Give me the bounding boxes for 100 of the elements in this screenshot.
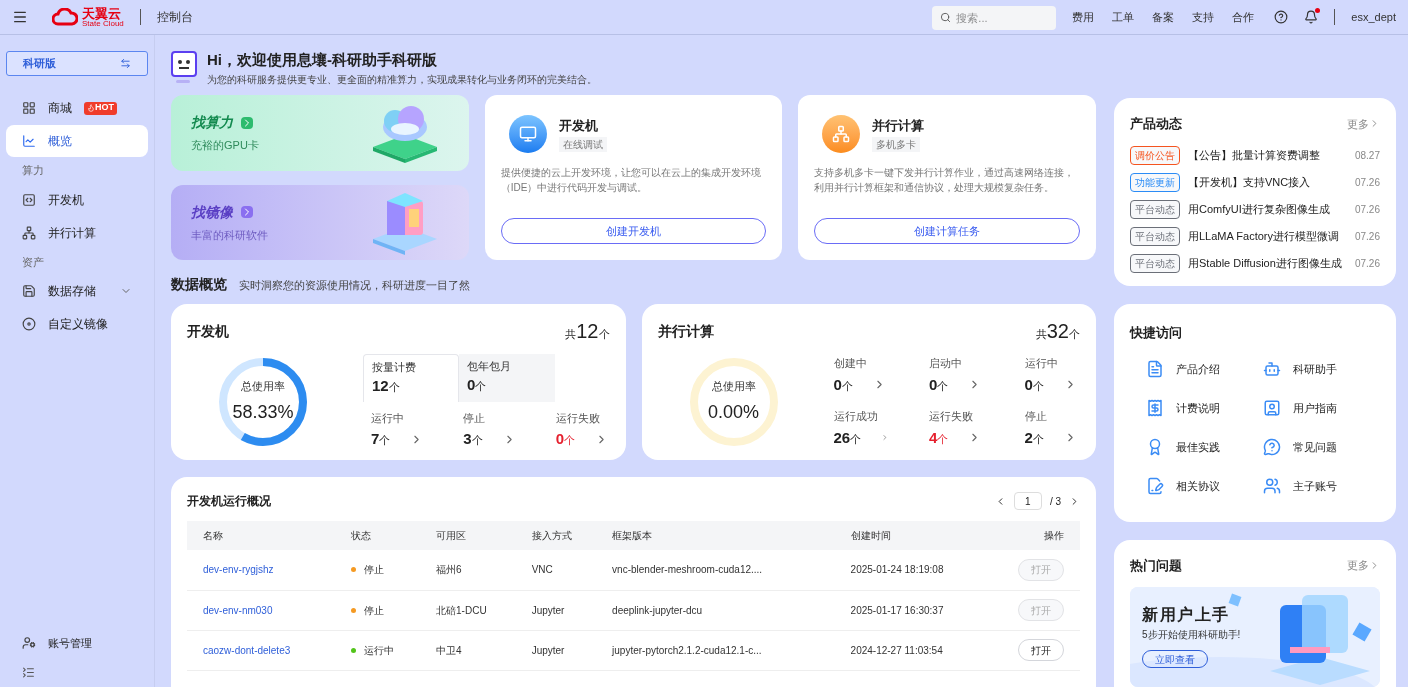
- news-tag: 功能更新: [1130, 172, 1180, 192]
- billing-tab[interactable]: 按量计费 12个: [363, 353, 459, 402]
- robot-icon: [1263, 360, 1281, 379]
- more-link[interactable]: 更多: [1347, 557, 1380, 574]
- stat-label: 运行成功: [833, 409, 879, 424]
- news-date: 07.26: [1354, 202, 1380, 217]
- sidebar-item[interactable]: 概览: [6, 125, 148, 157]
- page-field[interactable]: 1: [1013, 492, 1042, 510]
- quick-link[interactable]: 产品介绍: [1176, 361, 1220, 378]
- gauge-label: 总使用率: [711, 379, 756, 395]
- stat-label: 运行失败: [555, 410, 601, 426]
- stat-value: 3个: [463, 429, 483, 449]
- news-title: 用LLaMA Factory进行模型微调: [1188, 228, 1340, 244]
- nav-link[interactable]: 备案: [1152, 8, 1175, 26]
- stat-label: 运行失败: [929, 409, 974, 424]
- column-header: 操作: [990, 521, 1080, 550]
- table-title: 开发机运行概况: [187, 493, 271, 510]
- open-button[interactable]: 打开: [1018, 639, 1064, 661]
- cloud-logo-icon: [52, 8, 78, 26]
- promo-subtitle: 丰富的科研软件: [191, 227, 268, 243]
- status-text: 停止: [364, 603, 385, 618]
- stat-value: 26个: [833, 427, 862, 448]
- quick-link[interactable]: 计费说明: [1176, 400, 1220, 417]
- menu-icon[interactable]: [12, 9, 28, 25]
- nav-link[interactable]: 费用: [1072, 8, 1095, 26]
- sidebar-item[interactable]: 商城 HOT: [6, 92, 148, 124]
- product-description: 支持多机多卡一键下发并行计算作业，通过高速网络连接，利用并行计算框架和通信协议，处理大规模复杂任务。: [814, 166, 1076, 195]
- logo-text: 天翼云: [82, 6, 122, 20]
- quick-link[interactable]: 最佳实践: [1176, 439, 1220, 456]
- signed-document-icon: [1146, 477, 1164, 496]
- stat-label: 停止: [463, 410, 487, 426]
- quick-link[interactable]: 相关协议: [1176, 478, 1220, 495]
- stat-label: 创建中: [833, 356, 868, 371]
- page-count: / 3: [1049, 494, 1061, 509]
- collapse-icon[interactable]: [22, 666, 35, 679]
- disc-icon: [22, 317, 36, 331]
- sidebar-item[interactable]: 账号管理: [6, 628, 148, 658]
- arrow-icon: [241, 206, 253, 218]
- hierarchy-icon: [822, 115, 861, 153]
- section-title: 数据概览: [171, 275, 227, 294]
- stat-value: 0个: [555, 429, 576, 449]
- sidebar-item[interactable]: 自定义镜像: [6, 308, 148, 340]
- news-title: 【公告】批量计算资费调整: [1188, 147, 1321, 163]
- account-icon: [22, 636, 36, 650]
- receipt-icon: [1146, 399, 1164, 418]
- column-header: 框架版本: [596, 521, 835, 550]
- stat-value: 0个: [833, 374, 853, 395]
- help-icon[interactable]: [1274, 10, 1289, 24]
- news-tag: 平台动态: [1130, 199, 1180, 219]
- news-item[interactable]: 平台动态 用ComfyUI进行复杂图像生成 07.26: [1130, 199, 1380, 219]
- table-cell: vnc-blender-meshroom-cuda12....: [596, 550, 835, 590]
- promo-title: 找镜像: [191, 202, 233, 222]
- news-title: 【开发机】支持VNC接入: [1188, 174, 1312, 190]
- search-field[interactable]: 搜索...: [932, 5, 1057, 30]
- sidebar-item[interactable]: 并行计算: [6, 216, 148, 249]
- document-icon: [1146, 360, 1164, 379]
- news-date: 07.26: [1354, 175, 1380, 190]
- table-cell: 福州6: [420, 550, 516, 590]
- banner-title: 新用户上手: [1142, 605, 1231, 625]
- question-icon: [1263, 438, 1281, 457]
- grid-icon: [22, 101, 36, 115]
- card-title: 并行计算: [657, 321, 714, 341]
- gauge-value: 0.00%: [707, 400, 759, 424]
- news-item[interactable]: 调价公告 【公告】批量计算资费调整 08.27: [1130, 145, 1380, 165]
- user-name[interactable]: esx_dept: [1351, 8, 1396, 26]
- table-cell: jupyter-pytorch2.1.2-cuda12.1-c...: [596, 630, 835, 670]
- quick-link[interactable]: 科研助手: [1293, 361, 1337, 378]
- gauge-value: 58.33%: [232, 400, 294, 424]
- total-count: 共32个: [1035, 319, 1080, 344]
- status-text: 运行中: [364, 643, 395, 658]
- robot-face-icon: [171, 51, 199, 85]
- table-cell: VNC: [515, 550, 597, 590]
- news-item[interactable]: 平台动态 用Stable Diffusion进行图像生成 07.26: [1130, 253, 1380, 273]
- users-icon: [1263, 477, 1281, 496]
- billing-tab[interactable]: 包年包月 0个: [459, 353, 555, 402]
- promo-card[interactable]: 找镜像 丰富的科研软件: [171, 184, 469, 260]
- news-item[interactable]: 功能更新 【开发机】支持VNC接入 07.26: [1130, 172, 1380, 192]
- quick-link[interactable]: 常见问题: [1293, 439, 1337, 456]
- monitor-icon: [508, 115, 547, 153]
- nav-link[interactable]: 合作: [1232, 8, 1255, 26]
- quick-link[interactable]: 用户指南: [1293, 400, 1337, 417]
- sidebar-item[interactable]: 开发机: [6, 183, 148, 216]
- notification-icon[interactable]: [1304, 10, 1319, 24]
- table-cell: 中卫4: [420, 630, 516, 670]
- console-label[interactable]: 控制台: [156, 8, 193, 26]
- promo-card[interactable]: 找算力 充裕的GPU卡: [171, 95, 469, 171]
- news-date: 08.27: [1354, 148, 1380, 163]
- gauge-label: 总使用率: [241, 379, 285, 395]
- section-label: 算力: [21, 163, 45, 178]
- table-cell: 北碚1-DCU: [420, 590, 516, 630]
- news-title: 用Stable Diffusion进行图像生成: [1188, 255, 1343, 271]
- sidebar-item[interactable]: 数据存储: [6, 275, 148, 307]
- nav-link[interactable]: 工单: [1112, 8, 1135, 26]
- nav-link[interactable]: 支持: [1192, 8, 1215, 26]
- instance-link[interactable]: caozw-dont-delete3: [203, 644, 291, 656]
- more-link[interactable]: 更多: [1347, 115, 1380, 132]
- edition-button[interactable]: 科研版: [6, 51, 148, 76]
- news-item[interactable]: 平台动态 用LLaMA Factory进行模型微调 07.26: [1130, 226, 1380, 246]
- promo-subtitle: 充裕的GPU卡: [191, 138, 259, 153]
- quick-link[interactable]: 主子账号: [1293, 478, 1337, 495]
